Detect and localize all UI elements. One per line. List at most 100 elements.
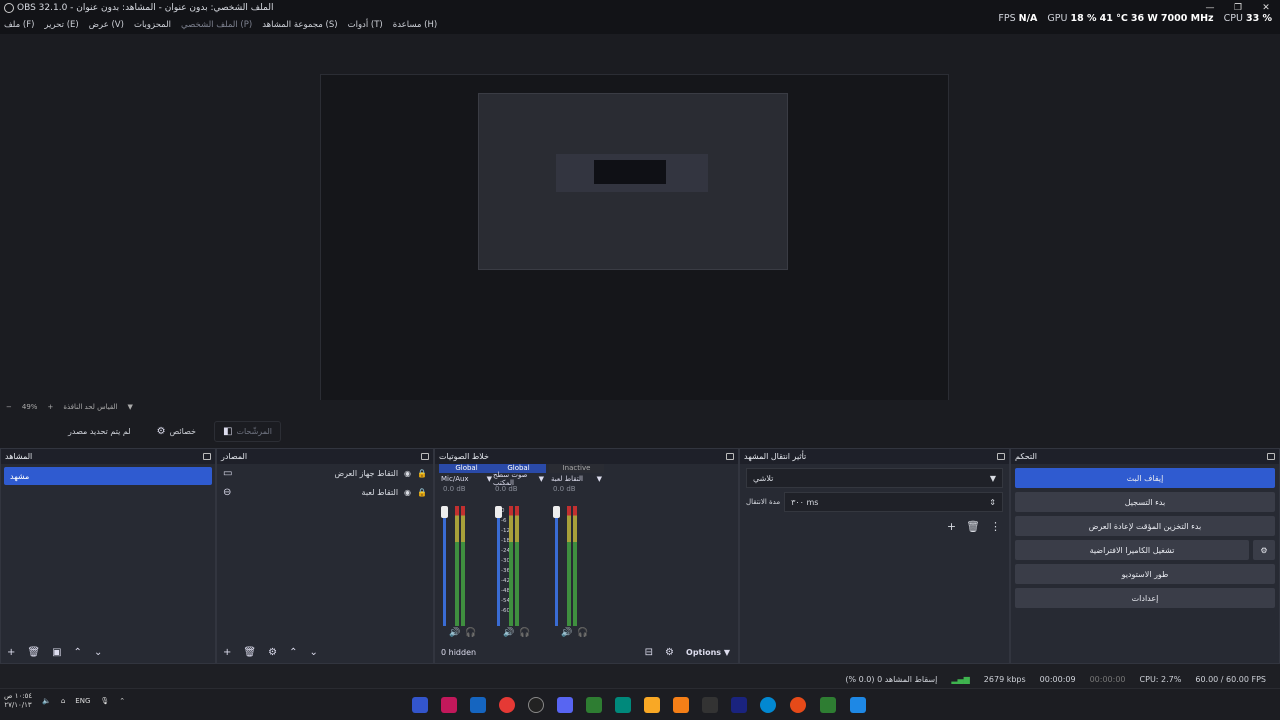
controls-title: التحكم — [1015, 452, 1037, 461]
cpu-value: 33 % — [1245, 13, 1272, 24]
filters-button[interactable]: ◧ المرشّحات — [213, 420, 281, 442]
move-down-icon[interactable]: ⌄ — [309, 647, 317, 658]
clock[interactable]: ١٠:٥٤ ص ٢٧/١٠/١٣ — [4, 692, 32, 710]
transition-select[interactable]: تلاشي ▼ — [746, 468, 1003, 488]
scene-filter-icon[interactable]: ▣ — [52, 647, 61, 658]
options-button[interactable]: Options ▼ — [686, 648, 730, 657]
add-source-button[interactable]: + — [223, 647, 231, 658]
menu-file[interactable]: ملف (F) — [4, 20, 34, 30]
lock-icon[interactable]: 🔒 — [417, 469, 427, 478]
obs-logo-icon — [4, 3, 14, 13]
speaker-icon[interactable]: 🔊 — [503, 628, 514, 638]
properties-button[interactable]: ⚙ خصائص — [149, 422, 204, 441]
trash-icon[interactable]: 🗑 — [243, 647, 256, 658]
language-indicator[interactable]: ENG — [75, 697, 90, 705]
scene-item[interactable]: مشهد — [4, 467, 212, 485]
monitor-icon: ▭ — [223, 468, 233, 479]
preview-area[interactable] — [0, 34, 1280, 428]
studio-mode-button[interactable]: طور الاستوديو — [1015, 564, 1275, 584]
app-icon-2[interactable] — [586, 697, 602, 713]
transitions-title: تأثير انتقال المشهد — [744, 452, 807, 461]
mixer-channel: Global Mic/Aux ▼ 0.0 dB 0 -6 -12 -18 -24 -30 -3… — [439, 464, 510, 638]
popout-icon[interactable] — [421, 453, 429, 460]
zoom-out-button[interactable]: − — [6, 403, 12, 411]
move-up-icon[interactable]: ⌃ — [74, 647, 82, 658]
folder-icon[interactable] — [644, 697, 660, 713]
discord-icon[interactable] — [557, 697, 573, 713]
menu-view[interactable]: عرض (V) — [89, 20, 124, 30]
trash-icon[interactable]: 🗑 — [27, 647, 40, 658]
chrome-icon[interactable] — [499, 697, 515, 713]
menu-docks[interactable]: المحزوبات — [134, 20, 171, 30]
headphones-icon[interactable]: 🎧 — [577, 628, 588, 638]
windows-start-icon[interactable] — [850, 697, 866, 713]
virtual-camera-button[interactable]: تشغيل الكاميرا الافتراضية — [1015, 540, 1249, 560]
mic-icon[interactable]: 🎙 — [100, 697, 109, 705]
start-recording-button[interactable]: بدء التسجيل — [1015, 492, 1275, 512]
tiktok-icon[interactable] — [441, 697, 457, 713]
chevron-down-icon: ▼ — [538, 475, 544, 483]
gear-icon[interactable]: ⚙ — [268, 647, 277, 658]
stop-streaming-button[interactable]: إيقاف البث — [1015, 468, 1275, 488]
volume-slider[interactable] — [495, 506, 502, 518]
headphones-icon[interactable]: 🎧 — [519, 628, 530, 638]
controls-dock: التحكم إيقاف البث بدء التسجيل بدء التخزي… — [1010, 448, 1280, 664]
edge-icon[interactable] — [760, 697, 776, 713]
sources-title: المصادر — [221, 452, 248, 461]
more-icon[interactable]: ⋮ — [990, 520, 1001, 533]
menu-edit[interactable]: تحرير (E) — [44, 20, 78, 30]
replay-buffer-button[interactable]: بدء التخزين المؤقت لإعادة العرض — [1015, 516, 1275, 536]
popout-icon[interactable] — [726, 453, 734, 460]
app-icon-1[interactable] — [412, 697, 428, 713]
add-scene-button[interactable]: + — [7, 647, 15, 658]
settings-button[interactable]: إعدادات — [1015, 588, 1275, 608]
duration-input[interactable]: ٣٠٠ ms ⇕ — [784, 492, 1003, 512]
volume-icon[interactable]: 🔈 — [42, 697, 51, 705]
xbox-icon[interactable] — [820, 697, 836, 713]
volume-slider[interactable] — [553, 506, 560, 518]
headphones-icon[interactable]: 🎧 — [465, 628, 476, 638]
obs-icon[interactable] — [528, 697, 544, 713]
lock-icon[interactable]: 🔒 — [417, 488, 427, 497]
chevron-down-icon[interactable]: ▼ — [128, 403, 133, 411]
volume-slider[interactable] — [441, 506, 448, 518]
speaker-icon[interactable]: 🔊 — [561, 628, 572, 638]
rockstar-icon[interactable] — [673, 697, 689, 713]
source-item-game[interactable]: ⊖ التقاط لعبة ◉ 🔒 — [217, 483, 433, 502]
menu-scene-collection[interactable]: مجموعة المشاهد (S) — [262, 20, 337, 30]
fps-value: N/A — [1018, 13, 1038, 24]
speaker-icon[interactable]: 🔊 — [449, 628, 460, 638]
gamepad-icon: ⊖ — [223, 487, 232, 498]
eye-icon[interactable]: ◉ — [404, 488, 411, 497]
move-down-icon[interactable]: ⌄ — [94, 647, 102, 658]
source-item-display[interactable]: ▭ التقاط جهاز العرض ◉ 🔒 — [217, 464, 433, 483]
epic-icon[interactable] — [702, 697, 718, 713]
menu-profile[interactable]: الملف الشخصي (P) — [181, 20, 252, 30]
rec-time: 00:00:00 — [1089, 674, 1126, 684]
menu-tools[interactable]: أدوات (T) — [348, 20, 383, 30]
menu-help[interactable]: مساعدة (H) — [393, 20, 437, 30]
popout-icon[interactable] — [1267, 453, 1275, 460]
add-transition-button[interactable]: + — [947, 520, 956, 533]
zoom-in-button[interactable]: + — [47, 403, 53, 411]
layout-icon[interactable]: ⊟ — [645, 647, 653, 658]
zoom-mode[interactable]: القياس لحد النافذة — [63, 403, 117, 411]
chevron-up-icon[interactable]: ⌃ — [119, 697, 125, 705]
gear-icon[interactable]: ⚙ — [1253, 540, 1275, 560]
popout-icon[interactable] — [997, 453, 1005, 460]
program-preview[interactable] — [320, 74, 949, 428]
popout-icon[interactable] — [203, 453, 211, 460]
mixer-settings-icon[interactable]: ⚙ — [665, 647, 674, 658]
network-icon[interactable]: ⌂ — [61, 697, 65, 705]
brave-icon[interactable] — [790, 697, 806, 713]
steam-icon[interactable] — [731, 697, 747, 713]
filter-icon: ◧ — [222, 425, 233, 437]
no-source-label: لم يتم تحديد مصدر — [68, 426, 131, 436]
app-icon-3[interactable] — [615, 697, 631, 713]
eye-icon[interactable]: ◉ — [404, 469, 411, 478]
hidden-count[interactable]: 0 hidden — [441, 648, 476, 657]
store-icon[interactable] — [470, 697, 486, 713]
move-up-icon[interactable]: ⌃ — [289, 647, 297, 658]
taskbar: ١٠:٥٤ ص ٢٧/١٠/١٣ 🔈 ⌂ ENG 🎙 ⌃ — [0, 688, 1280, 720]
trash-icon[interactable]: 🗑 — [966, 520, 980, 533]
